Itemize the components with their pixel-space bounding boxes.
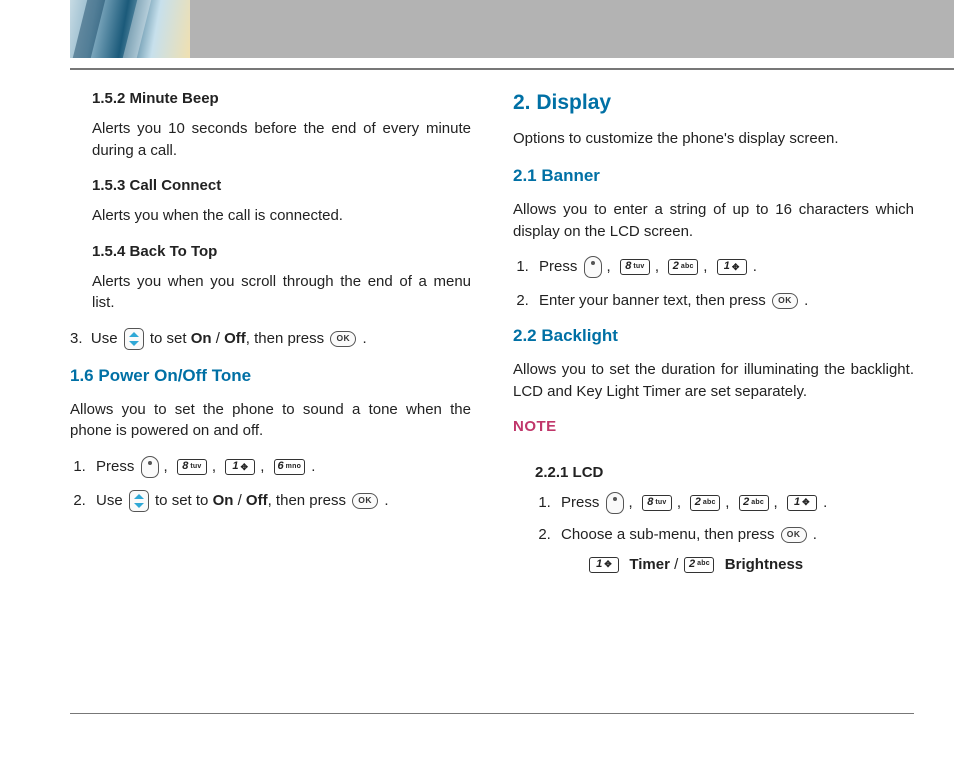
- left-column: 1.5.2 Minute Beep Alerts you 10 seconds …: [70, 88, 471, 714]
- section-title: Minute Beep: [130, 90, 219, 107]
- section-title: Call Connect: [130, 177, 222, 194]
- right-column: 2. Display Options to customize the phon…: [513, 88, 914, 714]
- page: 1.5.2 Minute Beep Alerts you 10 seconds …: [0, 0, 954, 764]
- nav-key-icon: [129, 490, 149, 512]
- body-text: Allows you to set the duration for illum…: [513, 359, 914, 403]
- body-text: Options to customize the phone's display…: [513, 128, 914, 150]
- heading-2: 2. Display: [513, 88, 914, 118]
- step-item: Enter your banner text, then press OK .: [533, 290, 914, 312]
- section-number: 1.5.4: [92, 243, 125, 260]
- section-title: LCD: [573, 464, 604, 481]
- header-photo: [70, 0, 190, 58]
- heading-1-5-2: 1.5.2 Minute Beep: [92, 88, 471, 110]
- ok-key-icon: OK: [781, 527, 807, 543]
- key-6-icon: 6mno: [274, 459, 306, 475]
- menu-key-icon: [141, 456, 159, 478]
- key-1-icon: 1✥: [787, 495, 817, 511]
- key-8-icon: 8tuv: [620, 259, 650, 275]
- header-gray-bar: [190, 0, 954, 58]
- rule-bottom: [70, 713, 914, 715]
- key-2-icon: 2abc: [684, 557, 714, 573]
- submenu-timer: Timer: [629, 556, 670, 573]
- key-1-icon: 1✥: [225, 459, 255, 475]
- key-1-icon: 1✥: [589, 557, 619, 573]
- ok-key-icon: OK: [352, 493, 378, 509]
- heading-1-5-3: 1.5.3 Call Connect: [92, 175, 471, 197]
- body-text: Allows you to set the phone to sound a t…: [70, 399, 471, 443]
- steps-2-2-1: Press , 8tuv, 2abc, 2abc, 1✥ . Choose a …: [535, 492, 914, 576]
- step-3-line: 3. Use to set On / Off, then press OK .: [70, 328, 471, 350]
- body-text: Alerts you 10 seconds before the end of …: [92, 118, 471, 162]
- content: 1.5.2 Minute Beep Alerts you 10 seconds …: [70, 68, 914, 714]
- section-title: Back To Top: [130, 243, 218, 260]
- steps-1-6: Press , 8tuv, 1✥, 6mno . Use to set to O…: [70, 456, 471, 512]
- steps-2-1: Press , 8tuv, 2abc, 1✥ . Enter your bann…: [513, 256, 914, 312]
- ok-key-icon: OK: [330, 331, 356, 347]
- header-strip: [0, 0, 954, 58]
- key-8-icon: 8tuv: [642, 495, 672, 511]
- note-label: NOTE: [513, 416, 914, 438]
- step-item: Press , 8tuv, 2abc, 1✥ .: [533, 256, 914, 278]
- body-text: Alerts you when the call is connected.: [92, 205, 471, 227]
- section-number: 2.2.1: [535, 464, 568, 481]
- section-number: 1.5.3: [92, 177, 125, 194]
- key-2-icon: 2abc: [668, 259, 698, 275]
- body-text: Alerts you when you scroll through the e…: [92, 271, 471, 315]
- section-number: 1.5.2: [92, 90, 125, 107]
- step-item: Press , 8tuv, 1✥, 6mno .: [90, 456, 471, 478]
- menu-key-icon: [584, 256, 602, 278]
- key-1-icon: 1✥: [717, 259, 747, 275]
- heading-1-5-4: 1.5.4 Back To Top: [92, 241, 471, 263]
- submenu-brightness: Brightness: [725, 556, 803, 573]
- body-text: Allows you to enter a string of up to 16…: [513, 199, 914, 243]
- menu-key-icon: [606, 492, 624, 514]
- step-item: Choose a sub-menu, then press OK . 1✥ Ti…: [555, 524, 914, 576]
- key-8-icon: 8tuv: [177, 459, 207, 475]
- heading-1-6: 1.6 Power On/Off Tone: [70, 364, 471, 389]
- nav-key-icon: [124, 328, 144, 350]
- ok-key-icon: OK: [772, 293, 798, 309]
- heading-2-2-1: 2.2.1 LCD: [535, 462, 914, 484]
- step-item: Press , 8tuv, 2abc, 2abc, 1✥ .: [555, 492, 914, 514]
- heading-2-1: 2.1 Banner: [513, 164, 914, 189]
- step-item: Use to set to On / Off, then press OK .: [90, 490, 471, 512]
- key-2-icon: 2abc: [690, 495, 720, 511]
- key-2-icon: 2abc: [739, 495, 769, 511]
- heading-2-2: 2.2 Backlight: [513, 324, 914, 349]
